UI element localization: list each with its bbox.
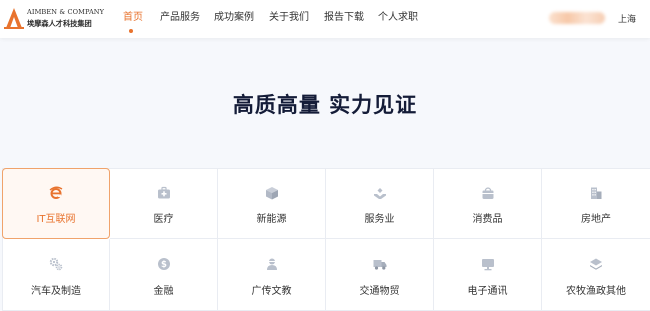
industry-media-education[interactable]: 广传文教 — [218, 239, 326, 311]
nav-products[interactable]: 产品服务 — [149, 0, 204, 38]
section-title: 高质高量 实力见证 — [232, 93, 418, 117]
city-selector[interactable]: 上海 — [618, 12, 636, 25]
industry-label: 消费品 — [472, 214, 503, 225]
industry-real-estate[interactable]: 房地产 — [542, 169, 650, 239]
nav-products-label: 产品服务 — [160, 12, 200, 23]
company-logo[interactable]: AIMBEN & COMPANY 埃摩森人才科技集团 — [4, 6, 104, 32]
industry-label: 农牧渔政其他 — [566, 286, 626, 297]
industry-label: 新能源 — [256, 214, 287, 225]
nav-about[interactable]: 关于我们 — [259, 0, 313, 38]
medical-kit-icon — [157, 186, 170, 199]
industry-agriculture-other[interactable]: 农牧渔政其他 — [542, 239, 650, 311]
ie-icon — [49, 186, 63, 199]
active-dot-indicator — [129, 29, 133, 33]
service-hand-icon — [373, 188, 386, 199]
nav-cases-label: 成功案例 — [214, 12, 254, 23]
svg-text:$: $ — [161, 260, 167, 270]
logo-text-en: AIMBEN & COMPANY — [27, 8, 105, 16]
logo-a-icon — [4, 8, 24, 29]
truck-icon — [373, 260, 386, 270]
main-nav: 首页 产品服务 成功案例 关于我们 报告下载 个人求职 — [112, 0, 428, 38]
industry-label: 广传文教 — [251, 286, 292, 297]
nav-jobseeker[interactable]: 个人求职 — [368, 0, 428, 38]
industry-grid: IT互联网 医疗 新能源 服务业 消费品 房地产 汽车及制造 $ 金融 广传文教… — [2, 168, 650, 311]
industry-it[interactable]: IT互联网 — [2, 168, 110, 239]
industry-label: IT互联网 — [36, 214, 76, 225]
shopping-bag-icon — [482, 187, 493, 199]
cube-icon — [265, 187, 278, 200]
industry-label: 服务业 — [364, 214, 395, 225]
industry-finance[interactable]: $ 金融 — [110, 239, 218, 311]
nav-home[interactable]: 首页 — [112, 0, 149, 38]
industry-consumer-goods[interactable]: 消费品 — [434, 169, 542, 239]
nav-about-label: 关于我们 — [269, 12, 309, 23]
industry-medical[interactable]: 医疗 — [110, 169, 218, 239]
nav-reports[interactable]: 报告下载 — [313, 0, 368, 38]
industry-automotive[interactable]: 汽车及制造 — [3, 239, 110, 311]
industry-service[interactable]: 服务业 — [326, 169, 434, 239]
industry-new-energy[interactable]: 新能源 — [218, 169, 326, 239]
industry-transport-trade[interactable]: 交通物贸 — [326, 239, 434, 311]
building-icon — [591, 187, 602, 199]
nav-reports-label: 报告下载 — [324, 12, 364, 23]
gears-icon — [49, 257, 63, 271]
nav-home-label: 首页 — [123, 12, 143, 23]
industry-label: 房地产 — [581, 214, 611, 225]
user-account-blurred[interactable] — [549, 12, 605, 24]
nav-cases[interactable]: 成功案例 — [204, 0, 259, 38]
site-header: AIMBEN & COMPANY 埃摩森人才科技集团 首页 产品服务 成功案例 … — [0, 0, 650, 38]
nav-jobseeker-label: 个人求职 — [378, 12, 418, 23]
layers-icon — [590, 258, 602, 270]
industry-label: 交通物贸 — [359, 286, 400, 297]
monitor-icon — [481, 259, 494, 271]
logo-text-cn: 埃摩森人才科技集团 — [27, 19, 92, 28]
industry-label: 医疗 — [153, 214, 174, 225]
industry-label: 汽车及制造 — [31, 286, 81, 297]
dollar-coin-icon: $ — [157, 258, 170, 270]
industry-label: 电子通讯 — [467, 286, 508, 297]
person-icon — [266, 258, 277, 270]
industry-label: 金融 — [153, 286, 174, 297]
industry-electronics-telecom[interactable]: 电子通讯 — [434, 239, 542, 311]
